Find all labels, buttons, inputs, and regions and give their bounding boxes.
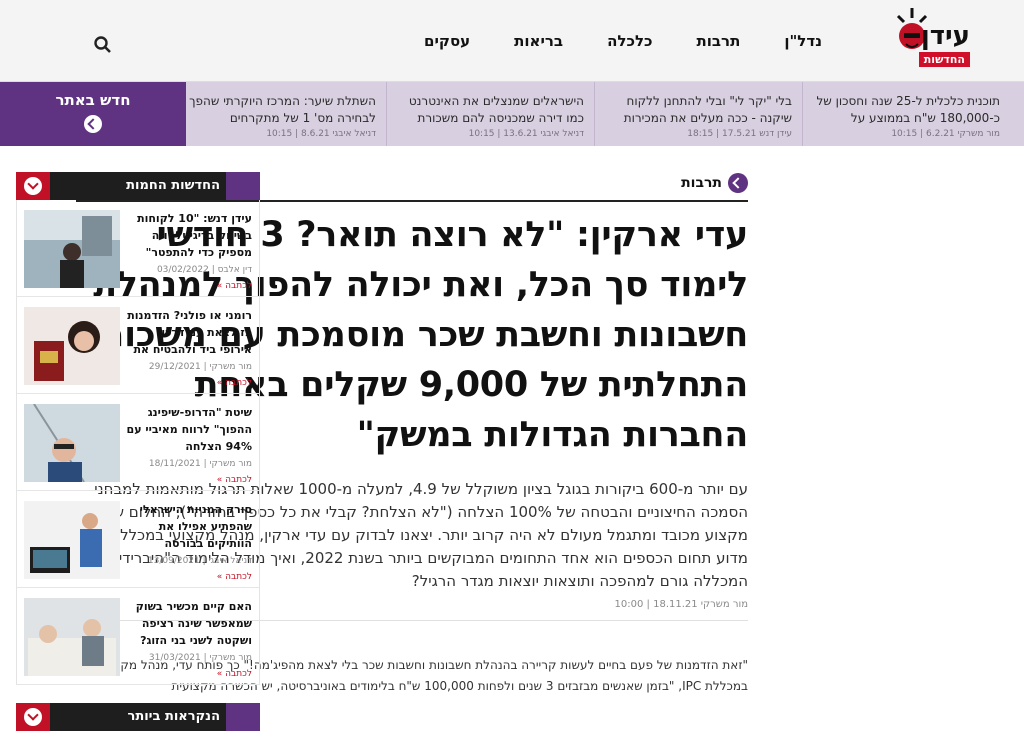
ticker-list: תוכנית כלכלית ל-25 שנה וחסכון של כ-180,0…	[172, 82, 1010, 146]
search-icon[interactable]	[93, 35, 113, 55]
ticker-item[interactable]: השתלת שיער: המרכז היוקרתי שהפך לבחירה מס…	[178, 82, 386, 146]
list-item-meta: מור משרקי | 31/03/2021	[148, 653, 252, 663]
hot-news-header: החדשות החמות	[16, 172, 260, 200]
ticker-item-title: הישראלים שמנצלים את האינטרנט כמו דירה שמ…	[408, 94, 584, 125]
list-item[interactable]: סורק המניות הישראלי שהפתיע אפילו את הוות…	[17, 491, 259, 588]
article-thumbnail[interactable]	[24, 210, 120, 288]
article-thumbnail[interactable]	[24, 598, 120, 676]
collapse-toggle[interactable]	[16, 172, 50, 200]
nav-item-culture[interactable]: תרבות	[697, 30, 741, 52]
read-more-link[interactable]: לכתבה »	[126, 281, 252, 291]
ticker-item-title: בלי "יקר לי" ובלי להתחנן ללקוח שיקנה - כ…	[623, 94, 792, 125]
ticker-item[interactable]: הישראלים שמנצלים את האינטרנט כמו דירה שמ…	[386, 82, 594, 146]
ticker-item-meta: עידן דנש 17.5.21 | 18:15	[687, 129, 792, 139]
nav-item-health[interactable]: בריאות	[514, 30, 563, 52]
chevron-icon	[728, 173, 748, 193]
hot-news-title: החדשות החמות	[126, 178, 220, 193]
read-more-link[interactable]: לכתבה »	[126, 572, 252, 582]
new-on-site-button[interactable]: חדש באתר	[0, 82, 186, 146]
arrow-right-icon	[84, 115, 102, 133]
list-item[interactable]: עידן דנש: "10 לקוחות בשיווק בדיגיטל, וזה…	[17, 200, 259, 297]
list-item-info: האם קיים מכשיר בשוק שמאפשר שינה רציפה וש…	[120, 598, 252, 679]
list-item-meta: מור משרקי | 18/11/2021	[148, 459, 252, 469]
new-on-site-label: חדש באתר	[55, 91, 131, 109]
most-read-header: הנקראות ביותר	[16, 703, 260, 731]
sidebar: החדשות החמות עידן דנש: "10 לקוחות בשיווק…	[16, 172, 260, 731]
ticker-item-title: השתלת שיער: המרכז היוקרתי שהפך לבחירה מס…	[189, 94, 376, 125]
list-item-title: סורק המניות הישראלי שהפתיע אפילו את הוות…	[139, 503, 252, 550]
site-logo[interactable]: עידן החדשות	[894, 4, 970, 70]
list-item-meta: דין אלבס | 03/02/2022	[156, 265, 252, 275]
list-item-info: עידן דנש: "10 לקוחות בשיווק בדיגיטל, וזה…	[120, 210, 252, 291]
ticker-item-meta: דניאל איבגי 13.6.21 | 10:15	[468, 129, 584, 139]
article-thumbnail[interactable]	[24, 307, 120, 385]
ticker-item-title: תוכנית כלכלית ל-25 שנה וחסכון של כ-180,0…	[816, 94, 1000, 125]
header-stripe	[226, 172, 260, 200]
nav-item-real-estate[interactable]: נדל"ן	[784, 30, 822, 52]
list-item-info: סורק המניות הישראלי שהפתיע אפילו את הוות…	[120, 501, 252, 582]
list-item-title: עידן דנש: "10 לקוחות בשיווק בדיגיטל, וזה…	[137, 212, 252, 259]
ticker-item[interactable]: בלי "יקר לי" ובלי להתחנן ללקוח שיקנה - כ…	[594, 82, 802, 146]
ticker-item-meta: דניאל איבגי 8.6.21 | 10:15	[266, 129, 376, 139]
ticker-item-meta: מור משרקי 6.2.21 | 10:15	[891, 129, 1000, 139]
main-nav: נדל"ן תרבות כלכלה בריאות עסקים	[380, 30, 822, 52]
list-item[interactable]: רומני או פולני? הזדמנות פז לצאת עם דרכון…	[17, 297, 259, 394]
read-more-link[interactable]: לכתבה »	[126, 475, 252, 485]
nav-item-economy[interactable]: כלכלה	[607, 30, 652, 52]
list-item-title: שיטת "הדרופ-שיפינג ההפוך" לרווח מאיביי ע…	[126, 406, 252, 453]
ticker-item[interactable]: תוכנית כלכלית ל-25 שנה וחסכון של כ-180,0…	[802, 82, 1010, 146]
logo-name: עידן	[920, 21, 970, 51]
collapse-toggle[interactable]	[16, 703, 50, 731]
list-item-meta: מור משרקי | 29/12/2021	[148, 362, 252, 372]
read-more-link[interactable]: לכתבה »	[126, 378, 252, 388]
hot-news-list: עידן דנש: "10 לקוחות בשיווק בדיגיטל, וזה…	[16, 200, 260, 685]
read-more-link[interactable]: לכתבה »	[126, 669, 252, 679]
article-thumbnail[interactable]	[24, 501, 120, 579]
list-item-info: רומני או פולני? הזדמנות פז לצאת עם דרכון…	[120, 307, 252, 388]
list-item[interactable]: האם קיים מכשיר בשוק שמאפשר שינה רציפה וש…	[17, 588, 259, 685]
article-thumbnail[interactable]	[24, 404, 120, 482]
chevron-down-icon	[24, 177, 42, 195]
header-stripe	[226, 703, 260, 731]
most-read-title: הנקראות ביותר	[127, 709, 220, 724]
list-item[interactable]: שיטת "הדרופ-שיפינג ההפוך" לרווח מאיביי ע…	[17, 394, 259, 491]
chevron-down-icon	[24, 708, 42, 726]
article-category-label: תרבות	[681, 175, 722, 191]
nav-item-business[interactable]: עסקים	[424, 30, 470, 52]
list-item-meta: דניאל איבגי | 13/09/2021	[147, 556, 252, 566]
site-header: עידן החדשות נדל"ן תרבות כלכלה בריאות עסק…	[0, 0, 1024, 82]
news-ticker: תוכנית כלכלית ל-25 שנה וחסכון של כ-180,0…	[0, 82, 1024, 146]
list-item-info: שיטת "הדרופ-שיפינג ההפוך" לרווח מאיביי ע…	[120, 404, 252, 485]
list-item-title: האם קיים מכשיר בשוק שמאפשר שינה רציפה וש…	[135, 600, 252, 647]
list-item-title: רומני או פולני? הזדמנות פז לצאת עם דרכון…	[127, 309, 252, 356]
logo-tagline: החדשות	[918, 52, 970, 67]
